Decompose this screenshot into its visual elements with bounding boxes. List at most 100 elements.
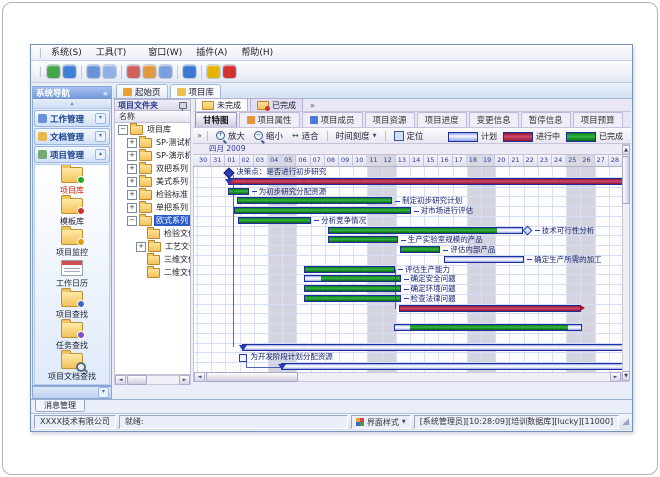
menu-item-1[interactable]: 系统(S): [44, 46, 89, 60]
gantt-bar[interactable]: [242, 344, 622, 351]
view-tab-7[interactable]: 暂停信息: [521, 112, 571, 127]
monitor-icon[interactable]: [47, 65, 60, 78]
tree-item-6[interactable]: +检验标准: [115, 188, 190, 201]
help-icon[interactable]: [183, 65, 196, 78]
chevron-down-icon[interactable]: ▾: [98, 387, 109, 398]
sidebar-item-4[interactable]: 工作日历: [35, 259, 109, 290]
calendar-orange-icon[interactable]: [143, 65, 156, 78]
calendar-blue-icon[interactable]: [159, 65, 172, 78]
gantt-bar[interactable]: [228, 178, 622, 185]
expander-icon[interactable]: +: [127, 177, 137, 187]
expander-icon[interactable]: +: [127, 151, 137, 161]
chevron-icon[interactable]: ▾: [95, 131, 106, 142]
globe-icon[interactable]: [63, 65, 76, 78]
doc-tab-1[interactable]: 起始页: [116, 84, 168, 98]
scroll-right-arrow[interactable]: ►: [179, 375, 190, 385]
expander-icon[interactable]: +: [136, 242, 146, 252]
tree-item-5[interactable]: +美式系列: [115, 175, 190, 188]
ui-style-button[interactable]: 界面样式 ▼: [351, 415, 411, 429]
toolbar-overflow-chevron[interactable]: »: [197, 131, 202, 140]
chevron-icon[interactable]: ▾: [95, 113, 106, 124]
view-tab-4[interactable]: 项目资源: [365, 112, 415, 127]
gantt-bar[interactable]: [234, 207, 411, 214]
sidebar-item-3[interactable]: 项目监控: [35, 228, 109, 259]
sidebar-item-5[interactable]: 项目查找: [35, 290, 109, 321]
scroll-up-arrow[interactable]: ▲: [622, 145, 630, 155]
sidebar-item-7[interactable]: 项目文档查找: [35, 352, 109, 383]
chevron-icon[interactable]: ▴: [95, 149, 106, 160]
tree-item-7[interactable]: +单把系列: [115, 201, 190, 214]
sidebar-collapsed-section[interactable]: ▾: [32, 386, 112, 399]
tree-column-header[interactable]: 名称: [114, 111, 191, 123]
view-tab-3[interactable]: 项目成员: [302, 112, 363, 127]
gantt-bar[interactable]: [399, 305, 581, 312]
gantt-bar[interactable]: [237, 197, 392, 204]
scroll-thumb[interactable]: [622, 156, 630, 204]
tree-item-1[interactable]: −项目库: [115, 123, 190, 136]
sidebar-item-1[interactable]: 项目库: [35, 166, 109, 197]
tree-item-8[interactable]: −欧式系列: [115, 214, 190, 227]
scroll-right-arrow[interactable]: ►: [610, 372, 621, 382]
gantt-bar[interactable]: [238, 217, 311, 224]
power-icon[interactable]: [223, 65, 236, 78]
menu-item-3[interactable]: 窗口(W): [141, 46, 189, 60]
menu-item-5[interactable]: 帮助(H): [234, 46, 280, 60]
gantt-bar[interactable]: [400, 246, 440, 253]
tree-item-11[interactable]: 三维文件: [115, 253, 190, 266]
timescale-dropdown[interactable]: 时间刻度▼: [333, 129, 380, 143]
zoom-in-button[interactable]: +放大: [213, 129, 248, 143]
message-management-tab[interactable]: 消息管理: [35, 400, 85, 412]
gantt-bar[interactable]: [228, 188, 248, 195]
expander-icon[interactable]: +: [127, 138, 137, 148]
gantt-bar[interactable]: [328, 236, 398, 243]
view-tab-8[interactable]: 项目预算: [573, 112, 623, 127]
doc-tab-2[interactable]: 项目库: [170, 84, 222, 98]
gantt-bar[interactable]: [328, 227, 523, 234]
tree-item-12[interactable]: 二维文件: [115, 266, 190, 279]
gantt-bar[interactable]: [444, 256, 524, 263]
gantt-bar[interactable]: [304, 295, 401, 302]
view-tab-5[interactable]: 项目进度: [417, 112, 467, 127]
filter-overflow-chevron[interactable]: »: [310, 101, 315, 110]
tree-horizontal-scrollbar[interactable]: ◄ ►: [114, 375, 191, 385]
expander-icon[interactable]: +: [127, 164, 137, 174]
view-tab-2[interactable]: 项目属性: [239, 112, 300, 127]
menu-item-2[interactable]: 工具(T): [89, 46, 134, 60]
filter-tab-2[interactable]: 已完成: [250, 98, 303, 111]
zoom-out-button[interactable]: −缩小: [251, 129, 286, 143]
fit-button[interactable]: ↔适合: [289, 129, 322, 143]
locate-button[interactable]: 定位: [391, 129, 427, 143]
view-tab-1[interactable]: 甘特图: [195, 112, 237, 127]
expander-icon[interactable]: +: [127, 190, 137, 200]
gantt-bar[interactable]: [281, 363, 622, 370]
gantt-bar[interactable]: [304, 266, 395, 273]
sidebar-section-3[interactable]: 项目管理▴: [34, 146, 110, 163]
tree-item-10[interactable]: +工艺文件: [115, 240, 190, 253]
gantt-horizontal-scrollbar[interactable]: ◄ ►: [193, 372, 622, 382]
expander-icon[interactable]: −: [118, 125, 128, 135]
tree-item-9[interactable]: 检验文件: [115, 227, 190, 240]
sidebar-item-6[interactable]: 任务查找: [35, 321, 109, 352]
collapse-sidebar-button[interactable]: «: [103, 89, 108, 98]
scroll-left-arrow[interactable]: ◄: [194, 372, 205, 382]
menu-item-4[interactable]: 插件(A): [189, 46, 234, 60]
folder-icon[interactable]: [87, 65, 100, 78]
scroll-thumb[interactable]: [127, 375, 147, 385]
folder-chart-icon[interactable]: [103, 65, 116, 78]
sidebar-section-1[interactable]: 工作管理▾: [34, 110, 110, 127]
sidebar-section-2[interactable]: 文档管理▾: [34, 128, 110, 145]
lock-icon[interactable]: [207, 65, 220, 78]
sidebar-collapse-handle[interactable]: ▴: [33, 99, 111, 109]
tree-item-3[interactable]: +SP-演示机系: [115, 149, 190, 162]
gantt-bar[interactable]: [394, 324, 582, 331]
sidebar-item-2[interactable]: 模板库: [35, 197, 109, 228]
expander-icon[interactable]: +: [127, 203, 137, 213]
view-tab-6[interactable]: 变更信息: [469, 112, 519, 127]
gantt-bar[interactable]: [304, 275, 401, 282]
tree-item-2[interactable]: +SP-测试机系: [115, 136, 190, 149]
calendar-red-icon[interactable]: [127, 65, 140, 78]
scroll-left-arrow[interactable]: ◄: [115, 375, 126, 385]
tree-item-4[interactable]: +双把系列: [115, 162, 190, 175]
scroll-down-arrow[interactable]: ▼: [622, 371, 630, 381]
scroll-thumb[interactable]: [206, 372, 298, 382]
